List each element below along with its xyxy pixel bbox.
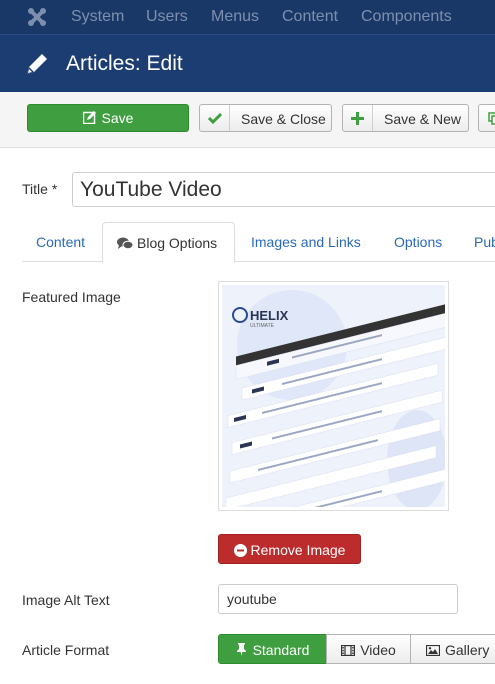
pencil-icon bbox=[27, 54, 47, 74]
page-header: Articles: Edit bbox=[0, 34, 495, 92]
page-title: Articles: Edit bbox=[66, 52, 183, 75]
menu-content[interactable]: Content bbox=[282, 8, 338, 26]
format-standard-label: Standard bbox=[252, 642, 310, 658]
format-gallery-button[interactable]: Gallery bbox=[410, 634, 495, 664]
featured-image-preview[interactable]: HELIX ULTIMATE bbox=[218, 281, 449, 511]
minus-circle-icon bbox=[233, 544, 247, 557]
alt-text-input[interactable] bbox=[218, 584, 458, 614]
featured-image-label: Featured Image bbox=[22, 289, 121, 305]
helix-logo-text: HELIX bbox=[250, 308, 289, 323]
format-gallery-label: Gallery bbox=[445, 642, 490, 658]
check-icon bbox=[207, 112, 222, 124]
title-input[interactable] bbox=[72, 172, 495, 207]
save-button[interactable]: Save bbox=[27, 104, 189, 132]
helix-logo-subtext: ULTIMATE bbox=[250, 323, 275, 329]
tab-options[interactable]: Options bbox=[394, 222, 442, 262]
remove-image-label: Remove Image bbox=[250, 542, 346, 558]
pushpin-icon bbox=[236, 643, 246, 656]
save-as-copy-button[interactable] bbox=[478, 104, 495, 132]
joomla-logo-icon[interactable] bbox=[26, 6, 48, 28]
image-icon bbox=[425, 644, 441, 657]
top-navbar: System Users Menus Content Components bbox=[0, 0, 495, 34]
comments-icon bbox=[117, 237, 134, 250]
edit-icon bbox=[82, 111, 96, 125]
plus-icon bbox=[351, 111, 364, 125]
helix-screenshot-image: HELIX ULTIMATE bbox=[225, 290, 445, 507]
film-icon bbox=[341, 644, 356, 657]
tab-blog-options-label: Blog Options bbox=[137, 235, 218, 251]
format-video-label: Video bbox=[360, 642, 396, 658]
menu-users[interactable]: Users bbox=[146, 8, 188, 26]
save-new-button[interactable]: Save & New bbox=[342, 104, 469, 132]
article-format-label: Article Format bbox=[22, 642, 110, 658]
save-label: Save bbox=[101, 110, 134, 126]
save-close-button[interactable]: Save & Close bbox=[199, 104, 332, 132]
format-standard-button[interactable]: Standard bbox=[218, 634, 327, 664]
copy-icon bbox=[487, 111, 495, 125]
alt-text-label: Image Alt Text bbox=[22, 592, 110, 608]
title-label: Title * bbox=[22, 181, 58, 197]
menu-system[interactable]: System bbox=[71, 8, 124, 26]
menu-components[interactable]: Components bbox=[361, 8, 452, 26]
tab-bar: Content Blog Options Images and Links Op… bbox=[22, 222, 495, 263]
menu-menus[interactable]: Menus bbox=[211, 8, 259, 26]
remove-image-button[interactable]: Remove Image bbox=[218, 534, 361, 564]
save-close-label: Save & Close bbox=[241, 111, 326, 127]
tab-images-links[interactable]: Images and Links bbox=[251, 222, 361, 262]
tab-content[interactable]: Content bbox=[36, 222, 85, 262]
toolbar: Save Save & Close Save & New bbox=[0, 92, 495, 148]
format-video-button[interactable]: Video bbox=[326, 634, 411, 664]
save-new-label: Save & New bbox=[384, 111, 462, 127]
tab-publishing[interactable]: Pub bbox=[474, 222, 495, 262]
tab-blog-options[interactable]: Blog Options bbox=[102, 222, 235, 263]
